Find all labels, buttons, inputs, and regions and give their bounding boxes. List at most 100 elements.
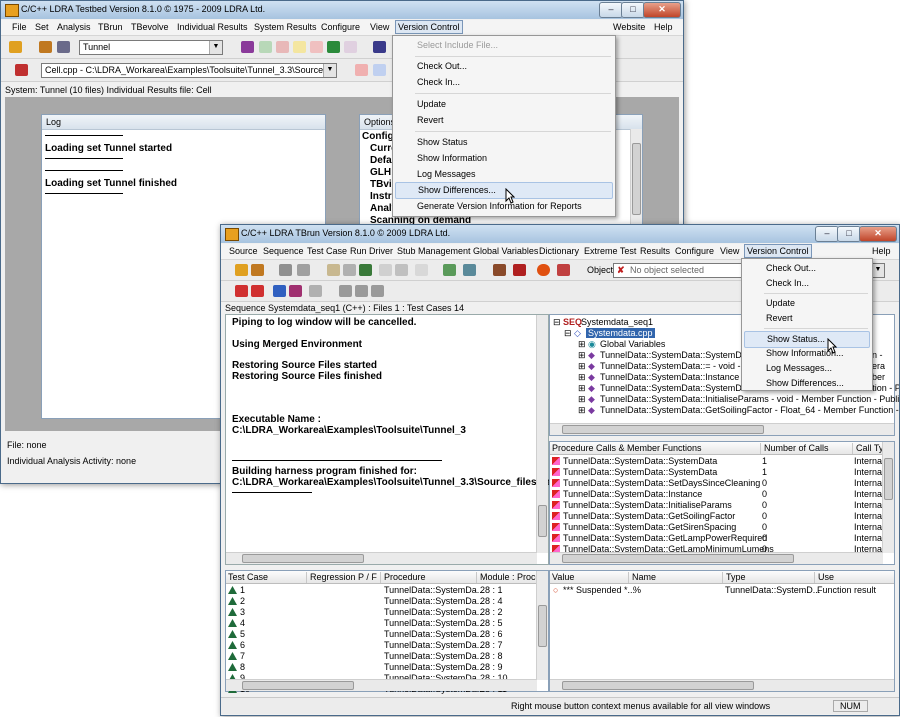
minimize-button[interactable]: – (599, 2, 623, 18)
menu-sequence[interactable]: Sequence (263, 246, 304, 256)
minimize-button[interactable]: – (815, 226, 839, 242)
log-line: Piping to log window will be cancelled. (232, 317, 417, 328)
set-combo[interactable]: Tunnel ▼ (79, 40, 223, 55)
blue-build-icon[interactable] (273, 285, 286, 297)
col-procedure[interactable]: Procedure (382, 572, 477, 583)
abc-icon[interactable] (415, 264, 428, 276)
menu-extreme-test[interactable]: Extreme Test (584, 246, 636, 256)
menu-item-show-status[interactable]: Show Status (393, 135, 615, 150)
calendar-icon[interactable] (327, 264, 340, 276)
menu-help[interactable]: Help (872, 246, 891, 256)
col-number-of-calls[interactable]: Number of Calls (762, 443, 853, 454)
menu-view[interactable]: View (370, 22, 389, 32)
menu-set[interactable]: Set (35, 22, 49, 32)
copy-icon[interactable] (343, 264, 356, 276)
testbed-titlebar[interactable]: C/C++ LDRA Testbed Version 8.1.0 © 1975 … (1, 1, 683, 19)
menu-file[interactable]: File (12, 22, 27, 32)
menu-item-revert[interactable]: Revert (742, 311, 872, 326)
tbrun-titlebar[interactable]: C/C++ LDRA TBrun Version 8.1.0 © 2009 LD… (221, 225, 899, 243)
red-step-icon[interactable] (251, 285, 264, 297)
col-value[interactable]: Value (550, 572, 629, 583)
export-icon[interactable] (463, 264, 476, 276)
menu-item-log-messages[interactable]: Log Messages (393, 167, 615, 182)
run-icon[interactable] (557, 264, 570, 276)
save-icon[interactable] (297, 264, 310, 276)
report-icon[interactable] (241, 41, 254, 53)
menu-tbevolve[interactable]: TBevolve (131, 22, 169, 32)
source-view-icon[interactable] (279, 264, 292, 276)
menu-test-case[interactable]: Test Case (307, 246, 347, 256)
proc-hscroll[interactable] (550, 552, 883, 564)
chip-icon[interactable] (395, 264, 408, 276)
menu-system-results[interactable]: System Results (254, 22, 317, 32)
col-use[interactable]: Use (816, 572, 892, 583)
maximize-button[interactable]: □ (621, 2, 645, 18)
menu-analysis[interactable]: Analysis (57, 22, 91, 32)
set-select-icon[interactable] (57, 41, 70, 53)
menu-item-check-out[interactable]: Check Out... (742, 261, 872, 276)
log-hscroll[interactable] (226, 552, 537, 564)
log-vscroll[interactable] (536, 315, 548, 553)
menu-help[interactable]: Help (654, 22, 673, 32)
menu-item-update[interactable]: Update (742, 296, 872, 311)
menu-item-generate-version-info[interactable]: Generate Version Information for Reports (393, 199, 615, 214)
menu-version-control[interactable]: Version Control (395, 20, 463, 34)
col-regression[interactable]: Regression P / F (308, 572, 381, 583)
menu-item-check-out[interactable]: Check Out... (393, 59, 615, 74)
download-icon[interactable] (359, 264, 372, 276)
bug-icon[interactable] (379, 264, 392, 276)
menu-website[interactable]: Website (613, 22, 645, 32)
col-test-case[interactable]: Test Case (226, 572, 307, 583)
procedure-icon (552, 523, 560, 531)
col-module[interactable]: Module : Proce (478, 572, 541, 583)
book-icon[interactable] (493, 264, 506, 276)
menu-item-show-differences[interactable]: Show Differences... (742, 376, 872, 391)
options-scrollbar[interactable] (630, 129, 642, 235)
close-button[interactable]: ✕ (643, 2, 681, 18)
menu-item-revert[interactable]: Revert (393, 113, 615, 128)
grid-icon[interactable] (373, 41, 386, 53)
tc-hscroll[interactable] (226, 679, 537, 691)
menu-stub-management[interactable]: Stub Management (397, 246, 471, 256)
menu-view[interactable]: View (720, 246, 739, 256)
tc-vscroll[interactable] (536, 571, 548, 680)
tree-hscroll[interactable] (550, 423, 894, 435)
menu-item-show-information[interactable]: Show Information (393, 151, 615, 166)
menu-tbrun[interactable]: TBrun (98, 22, 123, 32)
menu-source[interactable]: Source (229, 246, 258, 256)
col-name[interactable]: Name (630, 572, 723, 583)
menu-configure[interactable]: Configure (675, 246, 714, 256)
menu-item-check-in[interactable]: Check In... (742, 276, 872, 291)
value-hscroll[interactable] (550, 679, 894, 691)
menu-item-check-in[interactable]: Check In... (393, 75, 615, 90)
menu-item-show-differences[interactable]: Show Differences... (395, 182, 613, 199)
menu-item-log-messages[interactable]: Log Messages... (742, 361, 872, 376)
menu-configure[interactable]: Configure (321, 22, 360, 32)
col-procedure-calls[interactable]: Procedure Calls & Member Functions (550, 443, 761, 454)
open-folder-icon[interactable] (9, 41, 22, 53)
set-icon[interactable] (251, 264, 264, 276)
menu-individual-results[interactable]: Individual Results (177, 22, 248, 32)
library-icon[interactable] (513, 264, 526, 276)
green-report-icon[interactable] (327, 41, 340, 53)
red-run-icon[interactable] (235, 285, 248, 297)
import-icon[interactable] (443, 264, 456, 276)
maximize-button[interactable]: □ (837, 226, 861, 242)
menu-item-update[interactable]: Update (393, 97, 615, 112)
menu-dictionary[interactable]: Dictionary (539, 246, 579, 256)
file-combo[interactable]: Cell.cpp - C:\LDRA_Workarea\Examples\Too… (41, 63, 337, 78)
menu-item-show-information[interactable]: Show Information... (742, 346, 872, 361)
purple-report-icon[interactable] (289, 285, 302, 297)
source-icon[interactable] (15, 64, 28, 76)
menu-global-variables[interactable]: Global Variables (473, 246, 538, 256)
col-type[interactable]: Type (724, 572, 815, 583)
set-icon[interactable] (39, 41, 52, 53)
menu-version-control[interactable]: Version Control (744, 244, 812, 258)
stop-icon[interactable] (537, 264, 550, 276)
open-folder-icon[interactable] (235, 264, 248, 276)
proc-vscroll[interactable] (882, 442, 894, 553)
doc-icon[interactable] (309, 285, 322, 297)
menu-run-driver[interactable]: Run Driver (350, 246, 393, 256)
menu-results[interactable]: Results (640, 246, 670, 256)
close-button[interactable]: ✕ (859, 226, 897, 242)
